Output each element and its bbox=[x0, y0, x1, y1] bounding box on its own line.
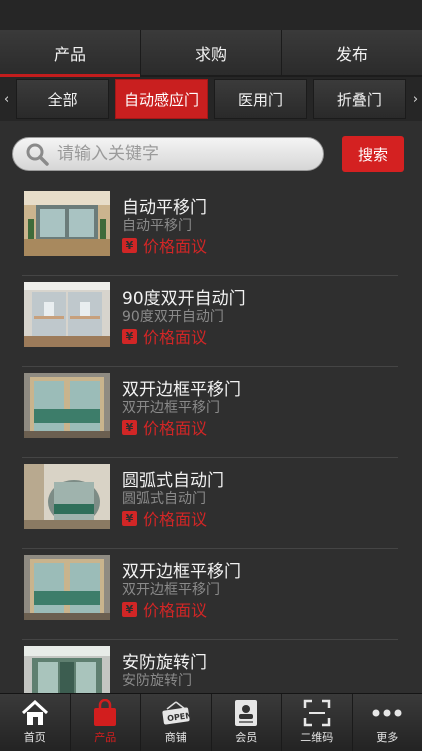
search-input[interactable] bbox=[55, 143, 289, 165]
search-row: 搜索 bbox=[12, 136, 410, 176]
nav-products-label: 产品 bbox=[94, 729, 116, 745]
product-thumbnail bbox=[24, 464, 110, 529]
product-subtitle: 自动平移门 bbox=[122, 215, 192, 235]
yen-icon: ¥ bbox=[122, 420, 137, 435]
yen-icon: ¥ bbox=[122, 329, 137, 344]
product-thumbnail bbox=[24, 646, 110, 693]
nav-shops[interactable]: OPEN 商铺 bbox=[141, 694, 212, 751]
list-item[interactable]: 90度双开自动门 90度双开自动门 ¥ 价格面议 bbox=[22, 276, 398, 367]
open-sign-icon: OPEN bbox=[161, 699, 191, 727]
search-box[interactable] bbox=[12, 137, 324, 171]
product-thumbnail bbox=[24, 373, 110, 438]
home-icon bbox=[21, 699, 49, 727]
yen-icon: ¥ bbox=[122, 602, 137, 617]
status-bar bbox=[0, 0, 422, 30]
price-label: 价格面议 bbox=[143, 233, 207, 257]
product-subtitle: 安防旋转门 bbox=[122, 670, 192, 690]
search-button[interactable]: 搜索 bbox=[342, 136, 404, 172]
product-thumbnail bbox=[24, 282, 110, 347]
product-price: ¥ 价格面议 bbox=[122, 324, 207, 348]
nav-home-label: 首页 bbox=[24, 729, 46, 745]
list-item[interactable]: 圆弧式自动门 圆弧式自动门 ¥ 价格面议 bbox=[22, 458, 398, 549]
member-card-icon bbox=[234, 699, 258, 727]
product-thumbnail bbox=[24, 555, 110, 620]
search-icon bbox=[25, 142, 49, 166]
product-price: ¥ 价格面议 bbox=[122, 233, 207, 257]
more-dots-icon bbox=[372, 699, 402, 727]
yen-icon: ¥ bbox=[122, 511, 137, 526]
scroll-right-icon[interactable]: › bbox=[409, 92, 422, 107]
top-tabs: 产品 求购 发布 bbox=[0, 30, 422, 77]
nav-more[interactable]: 更多 bbox=[353, 694, 422, 751]
category-bar: ‹ 全部 自动感应门 医用门 折叠门 › bbox=[0, 77, 422, 121]
category-folding-door[interactable]: 折叠门 bbox=[313, 79, 406, 119]
tab-publish[interactable]: 发布 bbox=[282, 30, 422, 75]
shopping-bag-icon bbox=[92, 699, 118, 727]
bottom-nav: 首页 产品 OPEN 商铺 会员 二维码 更多 bbox=[0, 693, 422, 751]
nav-shops-label: 商铺 bbox=[165, 729, 187, 745]
product-price: ¥ 价格面议 bbox=[122, 506, 207, 530]
tab-products[interactable]: 产品 bbox=[0, 30, 141, 75]
nav-member[interactable]: 会员 bbox=[212, 694, 283, 751]
price-label: 价格面议 bbox=[143, 324, 207, 348]
tab-buy-requests[interactable]: 求购 bbox=[141, 30, 282, 75]
product-thumbnail bbox=[24, 191, 110, 256]
nav-qrcode-label: 二维码 bbox=[300, 729, 333, 745]
price-label: 价格面议 bbox=[143, 415, 207, 439]
qr-scan-icon bbox=[303, 699, 331, 727]
yen-icon: ¥ bbox=[122, 238, 137, 253]
price-label: 价格面议 bbox=[143, 506, 207, 530]
list-item[interactable]: 自动平移门 自动平移门 ¥ 价格面议 bbox=[22, 185, 398, 276]
nav-home[interactable]: 首页 bbox=[0, 694, 71, 751]
scroll-left-icon[interactable]: ‹ bbox=[0, 92, 13, 107]
product-subtitle: 双开边框平移门 bbox=[122, 579, 220, 599]
list-item[interactable]: 双开边框平移门 双开边框平移门 ¥ 价格面议 bbox=[22, 549, 398, 640]
nav-more-label: 更多 bbox=[376, 729, 398, 745]
product-subtitle: 90度双开自动门 bbox=[122, 306, 224, 326]
nav-qrcode[interactable]: 二维码 bbox=[282, 694, 353, 751]
product-subtitle: 圆弧式自动门 bbox=[122, 488, 206, 508]
price-label: 价格面议 bbox=[143, 597, 207, 621]
category-medical-door[interactable]: 医用门 bbox=[214, 79, 307, 119]
category-automatic-door[interactable]: 自动感应门 bbox=[115, 79, 208, 119]
nav-member-label: 会员 bbox=[235, 729, 257, 745]
list-item[interactable]: 双开边框平移门 双开边框平移门 ¥ 价格面议 bbox=[22, 367, 398, 458]
product-list: 自动平移门 自动平移门 ¥ 价格面议 90度双开自动门 90度双开自动门 ¥ bbox=[0, 185, 422, 693]
nav-products[interactable]: 产品 bbox=[71, 694, 142, 751]
category-all[interactable]: 全部 bbox=[16, 79, 109, 119]
list-item[interactable]: 安防旋转门 安防旋转门 bbox=[22, 640, 398, 693]
product-subtitle: 双开边框平移门 bbox=[122, 397, 220, 417]
product-price: ¥ 价格面议 bbox=[122, 597, 207, 621]
product-price: ¥ 价格面议 bbox=[122, 415, 207, 439]
